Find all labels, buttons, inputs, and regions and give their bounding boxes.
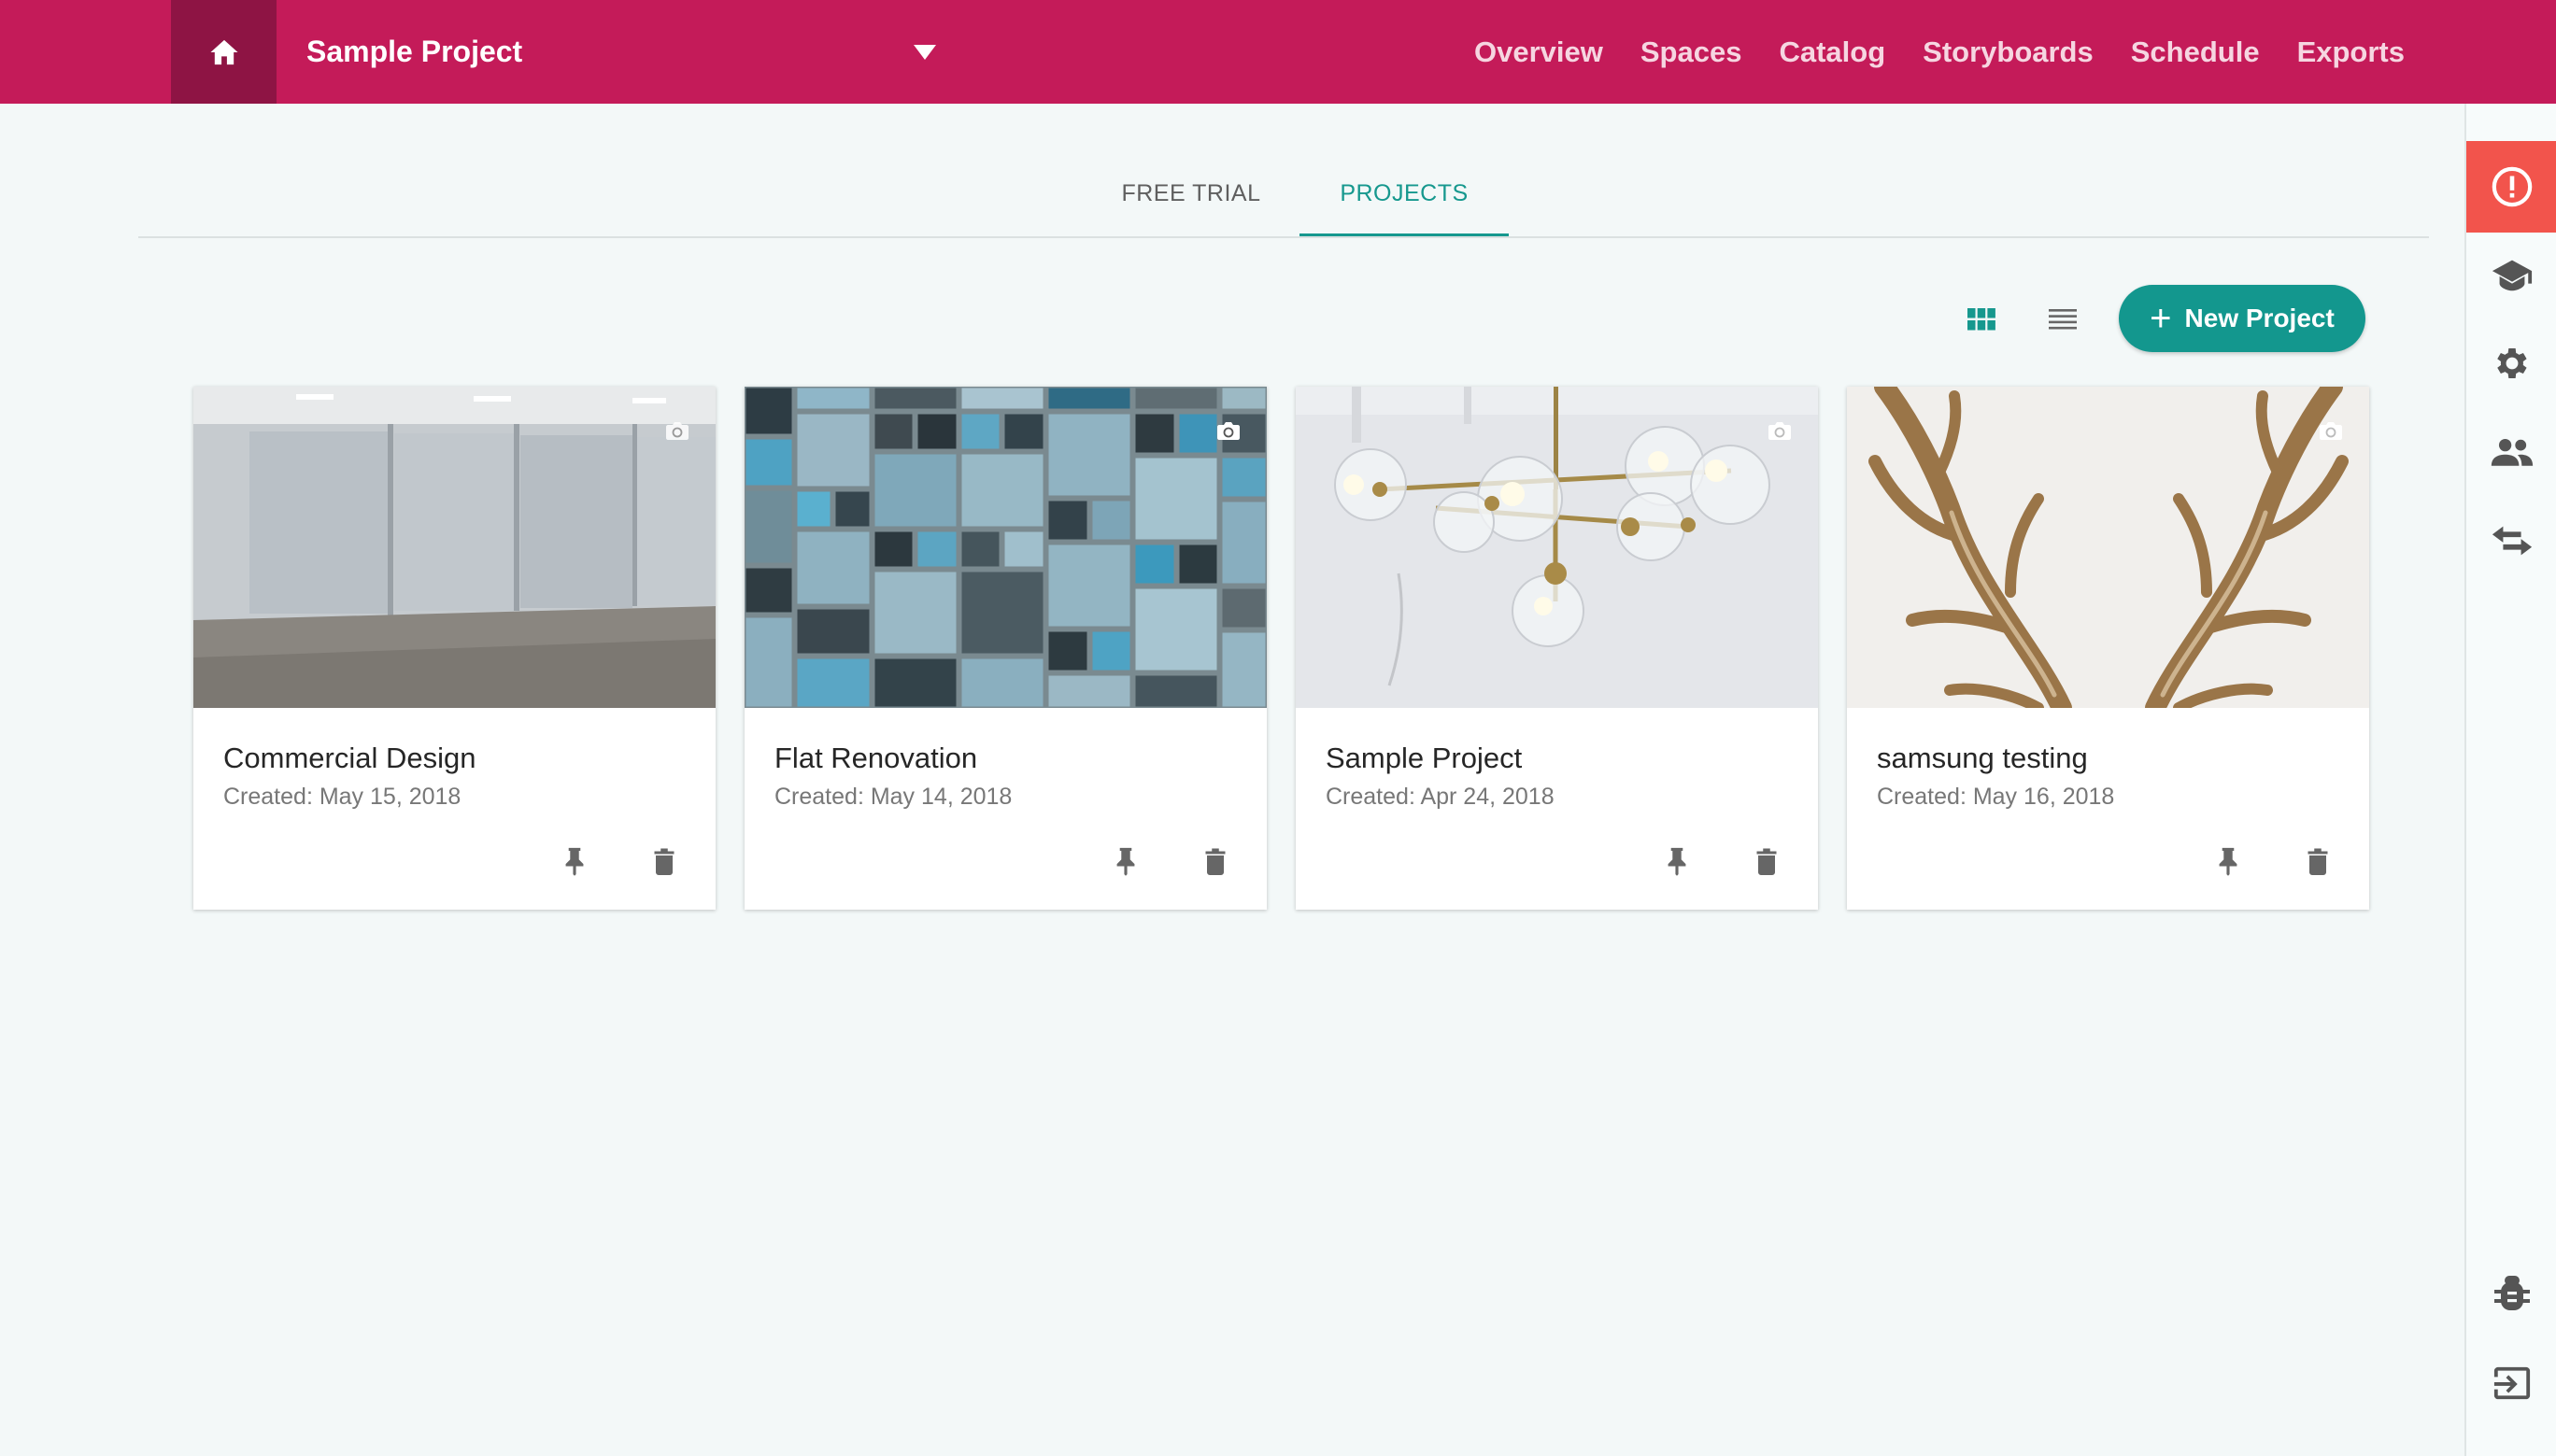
camera-icon[interactable] (1768, 420, 1792, 441)
nav-overview[interactable]: Overview (1474, 35, 1603, 69)
project-title: Sample Project (1326, 742, 1523, 774)
camera-icon[interactable] (1216, 420, 1241, 441)
pin-icon (1668, 847, 1686, 876)
project-selector-label[interactable]: Sample Project (306, 0, 522, 104)
home-icon (209, 39, 238, 64)
home-button[interactable] (171, 0, 277, 104)
logout-icon (2493, 1366, 2531, 1400)
tabs-divider (138, 236, 2429, 238)
bug-icon (2494, 1276, 2530, 1310)
list-view-icon (2049, 309, 2077, 330)
pin-icon (2219, 847, 2237, 876)
trash-icon (1205, 848, 1226, 875)
project-thumbnail (1847, 387, 2369, 708)
nav-schedule[interactable]: Schedule (2131, 35, 2260, 69)
alert-icon (2492, 166, 2533, 207)
project-created-date: Created: May 16, 2018 (1877, 784, 2115, 810)
gear-icon (2497, 348, 2527, 378)
trash-icon (2308, 848, 2328, 875)
project-title: Commercial Design (223, 742, 476, 774)
grid-view-button[interactable] (1961, 299, 2002, 340)
switch-button[interactable] (2466, 508, 2556, 573)
project-card[interactable]: samsung testing Created: May 16, 2018 (1847, 387, 2369, 910)
new-project-button[interactable]: + New Project (2119, 285, 2365, 352)
camera-icon[interactable] (2319, 420, 2343, 441)
chevron-down-icon[interactable] (912, 41, 938, 64)
project-card[interactable]: Commercial Design Created: May 15, 2018 (193, 387, 716, 910)
project-card[interactable]: Sample Project Created: Apr 24, 2018 (1296, 387, 1818, 910)
delete-button[interactable] (1746, 841, 1787, 882)
camera-icon[interactable] (665, 420, 689, 441)
trash-icon (654, 848, 674, 875)
project-created-date: Created: May 14, 2018 (774, 784, 1013, 810)
trash-icon (1756, 848, 1777, 875)
pin-button[interactable] (1105, 841, 1146, 882)
report-bug-button[interactable] (2466, 1261, 2556, 1326)
learn-button[interactable] (2466, 242, 2556, 307)
plus-icon: + (2150, 298, 2172, 339)
project-card[interactable]: Flat Renovation Created: May 14, 2018 (745, 387, 1267, 910)
alert-button[interactable] (2466, 141, 2556, 233)
project-title: Flat Renovation (774, 742, 978, 774)
tab-free-trial[interactable]: FREE TRIAL (1102, 163, 1280, 236)
nav-spaces[interactable]: Spaces (1640, 35, 1742, 69)
people-icon (2491, 438, 2534, 466)
pin-button[interactable] (1656, 841, 1697, 882)
pin-icon (1116, 847, 1135, 876)
grid-view-icon (1967, 308, 1995, 331)
graduation-cap-icon (2492, 260, 2533, 291)
pin-button[interactable] (554, 841, 595, 882)
team-button[interactable] (2466, 419, 2556, 485)
logout-button[interactable] (2466, 1350, 2556, 1416)
nav-catalog[interactable]: Catalog (1779, 35, 1885, 69)
project-created-date: Created: May 15, 2018 (223, 784, 462, 810)
swap-icon (2492, 526, 2533, 556)
pin-button[interactable] (2208, 841, 2249, 882)
project-thumbnail (1296, 387, 1818, 708)
nav-storyboards[interactable]: Storyboards (1923, 35, 2094, 69)
nav-exports[interactable]: Exports (2297, 35, 2405, 69)
delete-button[interactable] (1195, 841, 1236, 882)
delete-button[interactable] (2297, 841, 2338, 882)
tab-projects[interactable]: PROJECTS (1299, 163, 1509, 236)
top-bar: Sample Project Overview Spaces Catalog S… (0, 0, 2556, 104)
project-title: samsung testing (1877, 742, 2088, 774)
new-project-label: New Project (2184, 304, 2335, 332)
right-rail (2464, 104, 2556, 1456)
list-view-button[interactable] (2042, 299, 2083, 340)
delete-button[interactable] (644, 841, 685, 882)
settings-button[interactable] (2466, 331, 2556, 396)
project-thumbnail (745, 387, 1267, 708)
main-nav: Overview Spaces Catalog Storyboards Sche… (1437, 0, 2405, 104)
project-created-date: Created: Apr 24, 2018 (1326, 784, 1555, 810)
project-thumbnail (193, 387, 716, 708)
pin-icon (565, 847, 584, 876)
